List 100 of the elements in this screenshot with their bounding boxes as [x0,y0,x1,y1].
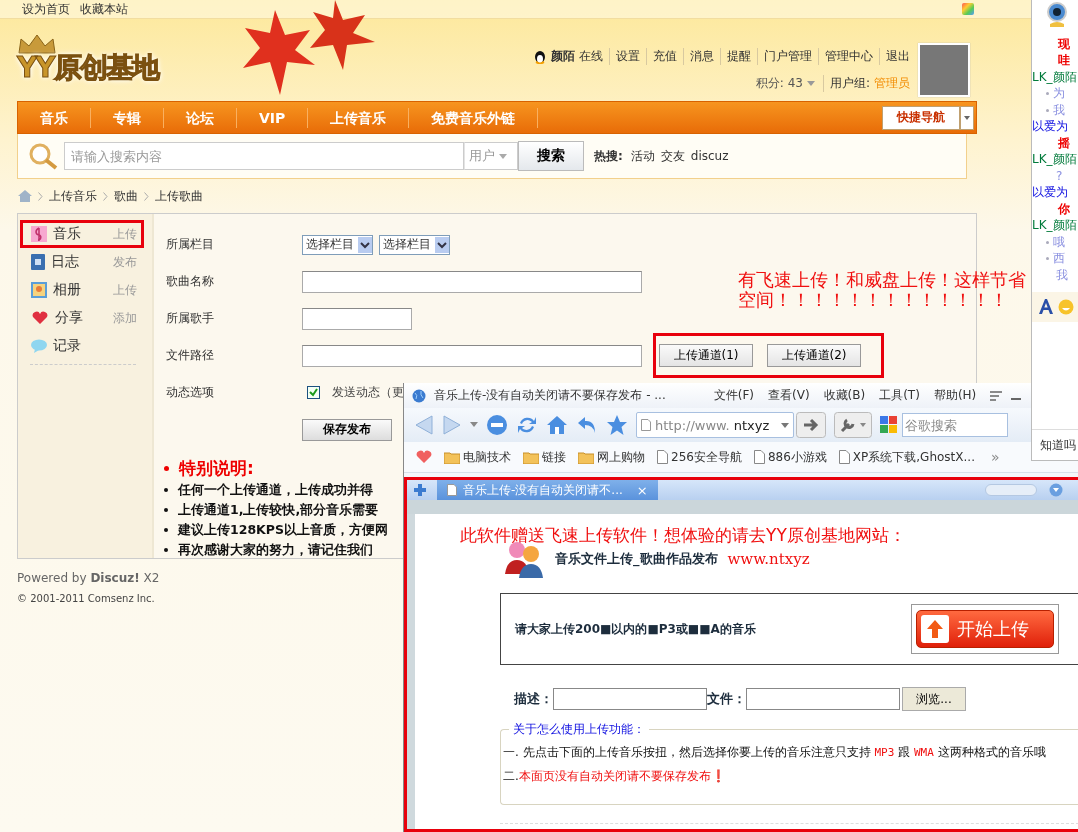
bookmark-link[interactable]: XP系统下载,GhostX... [838,448,975,466]
sidebar-item[interactable]: 音乐 上传 [20,220,144,248]
menu-icon[interactable] [990,390,1003,401]
annotation-text: 有飞速上传！和威盘上传！这样节省 [738,270,1026,290]
chevron-icon [38,191,43,201]
dropdown-caret-icon[interactable] [470,422,478,428]
menu-item[interactable]: 查看(V) [768,387,810,404]
webcam-icon[interactable] [1046,2,1068,28]
bookmark-link[interactable]: 256安全导航 [657,448,742,466]
new-tab-plus-icon[interactable] [413,483,427,497]
menu-item[interactable]: 收藏(B) [823,387,866,404]
checkbox-label: 发送动态（更 [332,384,404,401]
field-label: 文件： [707,690,746,708]
points-dropdown[interactable]: 积分: 43 [755,75,803,92]
wrench-icon[interactable] [834,412,872,438]
save-publish-button[interactable]: 保存发布 [302,418,392,441]
chat-line: 你 [1058,200,1070,218]
quick-nav-button[interactable]: 快捷导航 [882,105,960,130]
user-menu-link[interactable]: 设置 [609,48,640,65]
hot-search-link[interactable]: 交友 [660,147,685,165]
sidebar-item[interactable]: 记录 [20,332,144,360]
bullet-dot [1046,257,1049,261]
bookmark-link[interactable]: 电脑技术 [444,448,511,466]
text-input[interactable] [302,270,642,293]
search-button[interactable]: 搜索 [518,141,584,171]
globe-icon [412,388,426,403]
sidebar-item[interactable]: 日志 发布 [20,248,144,276]
site-logo[interactable]: YY原创基地 [17,33,177,87]
search-icon [28,142,58,170]
chat-line: 我 [1056,266,1068,284]
description-input[interactable] [553,688,707,710]
start-upload-button[interactable]: 开始上传 [916,610,1054,648]
chat-line: 为 [1053,85,1065,103]
notice-item: 再次感谢大家的努力，请记住我们 [178,541,373,559]
bullet-dot [1046,92,1049,96]
help-line: 二.本面页没有自动关闭请不要保存发布❗ [503,768,727,785]
more-bookmarks-chevron[interactable]: » [990,449,1000,465]
bookmark-link[interactable]: 886小游戏 [753,448,827,466]
caret-icon[interactable] [499,153,507,159]
bookmark-link[interactable]: 网上购物 [578,448,645,466]
file-path-input[interactable] [302,344,642,367]
breadcrumb-link[interactable]: 上传音乐 [49,187,97,205]
star-icon[interactable] [606,414,628,436]
page-heading: 音乐文件上传_歌曲作品发布 [555,550,718,568]
menu-item[interactable]: 工具(T) [879,387,920,404]
hot-search-link[interactable]: discuz [690,149,729,163]
hearts-icon [31,311,49,325]
online-status: 在线 [579,48,603,65]
breadcrumb-link[interactable]: 上传歌曲 [155,187,203,205]
upload-channel-button[interactable]: 上传通道(2) [767,344,861,367]
upload-channel-button[interactable]: 上传通道(1) [659,344,753,367]
caret-icon[interactable] [781,422,789,428]
file-input[interactable] [746,688,900,710]
powered-by-text: Powered by Discuz! X2 [17,571,161,585]
breadcrumb-link[interactable]: 歌曲 [114,187,138,205]
top-link[interactable]: 收藏本站 [80,0,128,18]
bookmark-link[interactable]: 链接 [523,448,566,466]
hot-search-link[interactable]: 活动 [630,147,655,165]
page-icon [838,450,850,464]
stop-icon[interactable] [486,414,508,436]
chat-line: 我 [1053,101,1065,119]
forward-icon[interactable] [442,414,462,436]
user-menu-link[interactable]: 充值 [646,48,677,65]
address-bar[interactable]: http://www. ntxyz [636,412,794,438]
user-menu-link[interactable]: 提醒 [720,48,751,65]
category-dropdown[interactable]: 选择栏目 [379,234,450,255]
user-group-label: 用户组: [822,75,870,92]
font-icon[interactable] [1038,298,1054,315]
search-field[interactable]: 谷歌搜索 [902,413,1008,437]
search-engine-icon[interactable] [880,416,898,434]
heart-icon[interactable] [416,450,432,464]
user-menu-link[interactable]: 管理中心 [818,48,873,65]
user-menu-link[interactable]: 退出 [879,48,910,65]
search-field[interactable]: 请输入搜索内容 [64,142,464,170]
form-label: 所属歌手 [166,310,215,327]
home-icon[interactable] [18,190,32,202]
back-icon[interactable] [414,414,434,436]
form-label: 文件路径 [166,347,215,364]
menu-item[interactable]: 帮助(H) [933,387,977,404]
category-dropdown[interactable]: 选择栏目 [302,234,373,255]
user-menu-link[interactable]: 消息 [683,48,714,65]
user-name[interactable]: 颜陌 [551,48,575,65]
caret-icon[interactable] [806,81,815,86]
checkbox[interactable] [307,386,320,399]
dropdown-circle-icon[interactable] [1049,483,1063,497]
sidebar-item[interactable]: 分享 添加 [20,304,144,332]
field-label: 描述： [514,690,553,708]
top-link[interactable]: 设为首页 [22,0,70,18]
text-input[interactable] [302,307,412,330]
sidebar-item[interactable]: 相册 上传 [20,276,144,304]
browse-button[interactable]: 浏览... [902,687,966,711]
chat-message-text: 知道吗 [1032,429,1078,460]
menu-item[interactable]: 文件(F) [713,387,754,404]
avatar-photo-placeholder[interactable] [918,43,970,97]
user-menu-link[interactable]: 门户管理 [757,48,812,65]
window-title: 音乐上传-没有自动关闭请不要保存发布 - ... [434,387,666,404]
home-icon[interactable] [546,414,568,436]
caret-icon[interactable] [960,105,974,130]
help-title: 关于怎么使用上传功能： [509,721,649,738]
penguin-icon [533,49,547,64]
